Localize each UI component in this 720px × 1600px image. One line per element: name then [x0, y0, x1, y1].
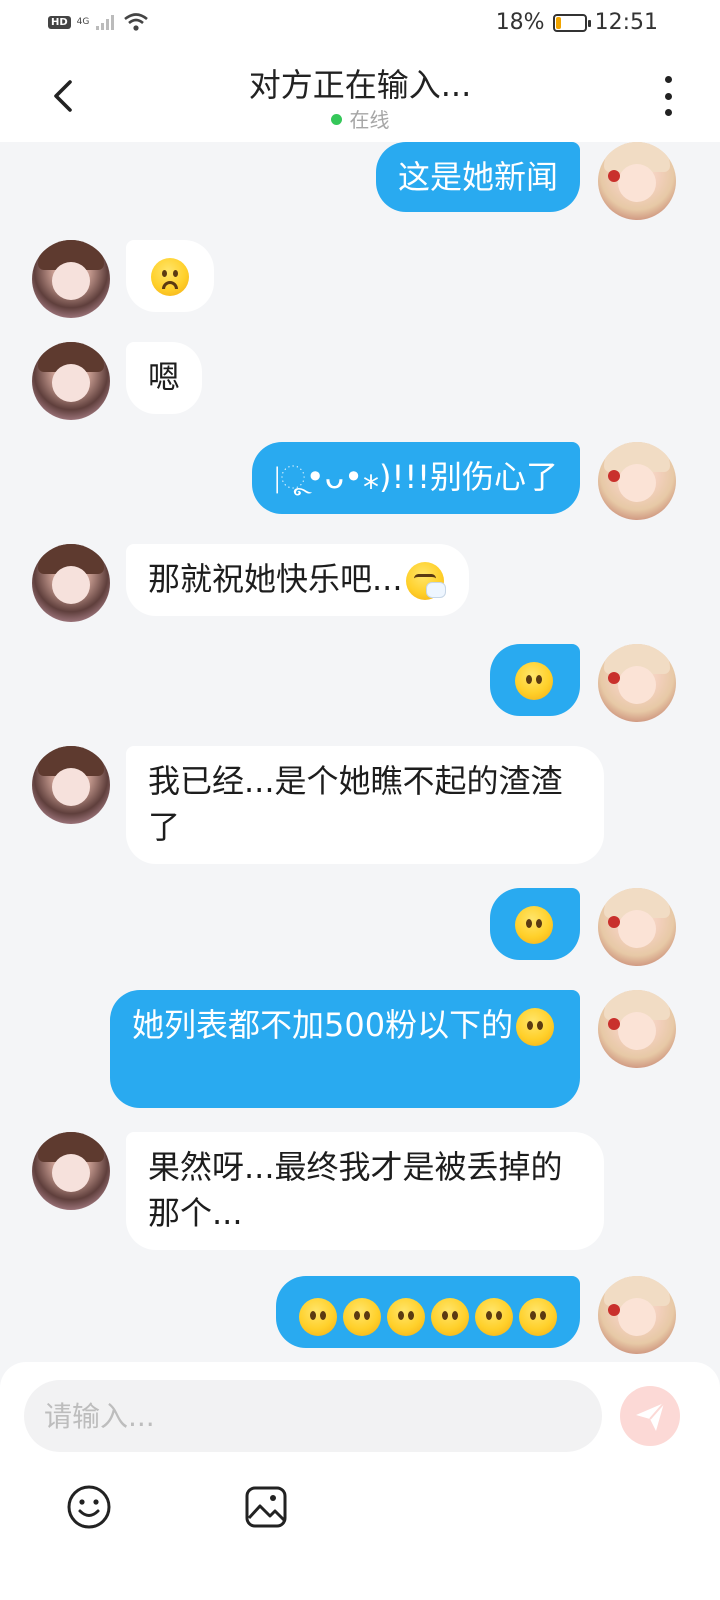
message-text: |ૂ•ᴗ•⁎)!!!别伤心了 [273, 458, 558, 496]
more-dot-icon [664, 76, 672, 83]
message-bubble-incoming[interactable] [126, 240, 214, 312]
my-avatar[interactable] [598, 1276, 676, 1354]
message-text: 我已经...是个她瞧不起的渣渣了 [148, 762, 563, 846]
more-options-button[interactable] [656, 76, 680, 116]
wifi-icon [124, 13, 149, 31]
contact-avatar[interactable] [32, 544, 110, 622]
contact-avatar[interactable] [32, 342, 110, 420]
send-button[interactable] [620, 1386, 680, 1446]
more-dot-icon [664, 92, 672, 100]
sneezing-face-emoji-icon [405, 562, 446, 600]
online-status: 在线 [0, 104, 720, 133]
neutral-face-emoji-icon [387, 1298, 425, 1336]
frowning-face-emoji-icon [151, 258, 189, 296]
message-bubble-outgoing[interactable] [490, 644, 580, 716]
status-left: HD 4G [48, 12, 149, 32]
message-bubble-incoming[interactable]: 我已经...是个她瞧不起的渣渣了 [126, 746, 604, 864]
more-dot-icon [664, 109, 672, 116]
battery-percent: 18% [495, 10, 545, 35]
chat-header: 对方正在输入... 在线 [0, 50, 720, 142]
neutral-face-emoji-icon [343, 1298, 381, 1336]
message-text: 她列表都不加500粉以下的 [132, 1006, 514, 1044]
input-bar [0, 1362, 720, 1600]
neutral-face-emoji-icon [516, 1008, 555, 1046]
clock: 12:51 [594, 10, 658, 35]
online-dot-icon [330, 114, 342, 125]
message-list[interactable]: 这是她新闻 嗯 |ૂ•ᴗ•⁎)!!!别伤心了 那就祝她快乐吧... 我已经...… [0, 142, 720, 1368]
image-button[interactable] [244, 1484, 288, 1530]
message-bubble-outgoing[interactable]: 她列表都不加500粉以下的 [110, 990, 580, 1108]
contact-avatar[interactable] [32, 746, 110, 824]
contact-avatar[interactable] [32, 240, 110, 318]
send-icon [636, 1402, 665, 1431]
message-input[interactable] [24, 1380, 602, 1452]
neutral-face-emoji-icon [515, 906, 553, 944]
message-bubble-outgoing[interactable]: 这是她新闻 [375, 142, 580, 212]
neutral-face-emoji-icon [475, 1298, 513, 1336]
message-text: 这是她新闻 [397, 158, 558, 196]
network-type: 4G [76, 17, 90, 27]
battery-icon [552, 13, 591, 32]
my-avatar[interactable] [598, 142, 676, 220]
chat-title: 对方正在输入... [248, 66, 472, 104]
message-bubble-outgoing[interactable]: |ૂ•ᴗ•⁎)!!!别伤心了 [251, 442, 580, 514]
message-bubble-incoming[interactable]: 果然呀...最终我才是被丢掉的那个... [126, 1132, 604, 1250]
online-status-label: 在线 [349, 108, 390, 132]
hd-badge: HD [48, 15, 71, 29]
message-bubble-incoming[interactable]: 嗯 [126, 342, 203, 414]
neutral-face-emoji-icon [519, 1298, 557, 1336]
cell-signal-icon [96, 15, 115, 30]
message-bubble-outgoing[interactable] [276, 1276, 580, 1348]
neutral-face-emoji-icon [515, 662, 553, 700]
my-avatar[interactable] [598, 888, 676, 966]
my-avatar[interactable] [598, 442, 676, 520]
message-bubble-outgoing[interactable] [490, 888, 580, 960]
neutral-face-emoji-icon [431, 1298, 469, 1336]
message-bubble-incoming[interactable]: 那就祝她快乐吧... [126, 544, 469, 616]
status-bar: HD 4G 18% 12:51 [0, 0, 720, 50]
message-text: 嗯 [148, 358, 181, 396]
contact-avatar[interactable] [32, 1132, 110, 1210]
my-avatar[interactable] [598, 990, 676, 1068]
status-right: 18% 12:51 [496, 10, 658, 35]
neutral-face-emoji-icon [299, 1298, 337, 1336]
my-avatar[interactable] [598, 644, 676, 722]
smiley-icon [67, 1485, 111, 1529]
message-text: 那就祝她快乐吧... [148, 560, 403, 598]
image-icon [245, 1486, 287, 1528]
emoji-button[interactable] [66, 1484, 112, 1530]
message-text: 果然呀...最终我才是被丢掉的那个... [148, 1148, 563, 1232]
